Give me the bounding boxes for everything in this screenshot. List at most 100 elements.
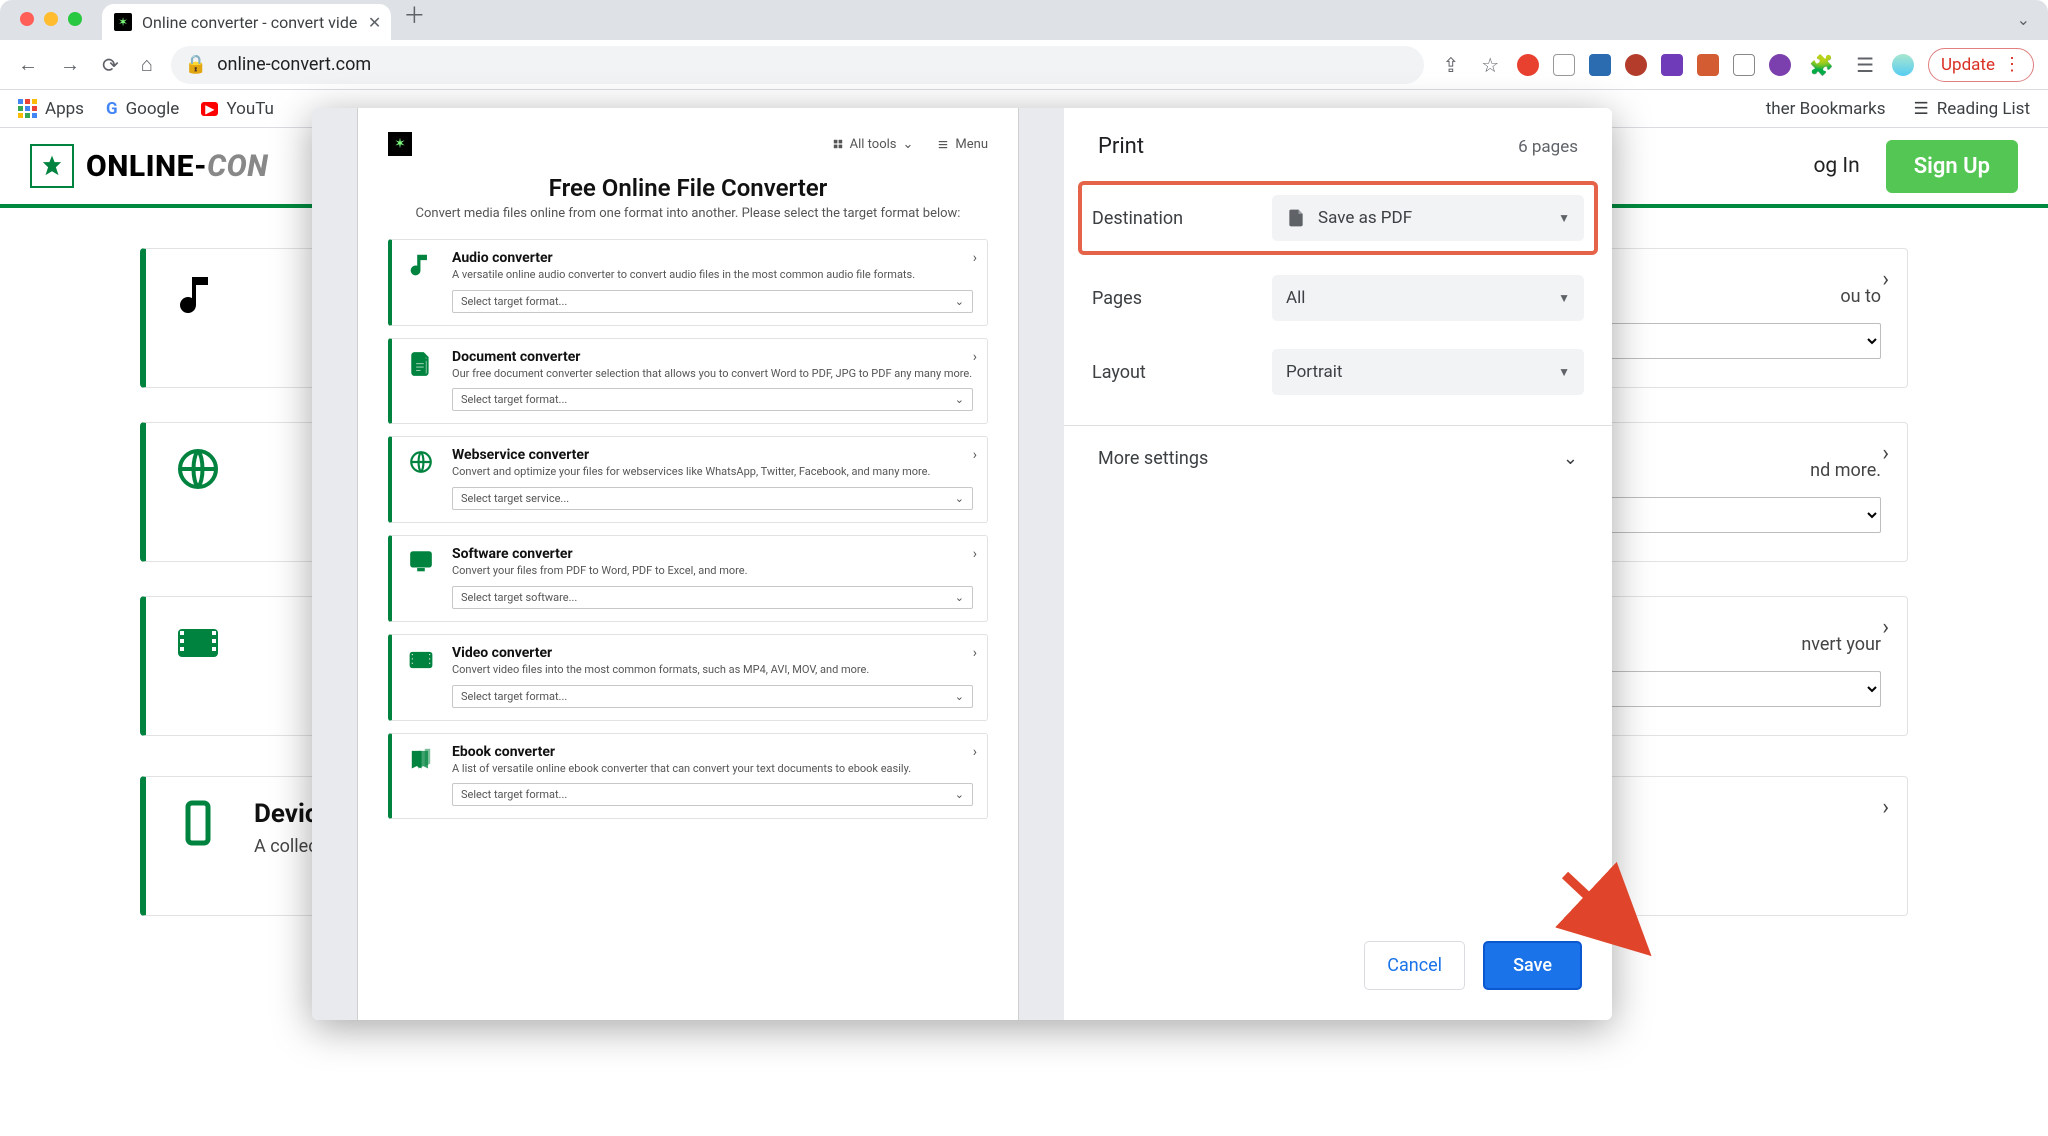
bookmark-apps-label: Apps bbox=[45, 99, 84, 119]
lock-icon: 🔒 bbox=[185, 54, 207, 75]
tab-favicon-icon: ✶ bbox=[114, 13, 132, 31]
print-preview-pane[interactable]: ✶ All tools ⌄ Menu Free Online File Conv… bbox=[312, 108, 1064, 1020]
window-controls[interactable] bbox=[20, 12, 82, 26]
new-tab-button[interactable]: ＋ bbox=[403, 0, 425, 30]
extension-6-icon[interactable] bbox=[1697, 54, 1719, 76]
bookmark-star-icon[interactable]: ☆ bbox=[1477, 49, 1503, 81]
extension-abp-icon[interactable] bbox=[1517, 54, 1539, 76]
address-bar[interactable]: 🔒 online-convert.com bbox=[171, 46, 1425, 84]
preview-card: ›Document converterOur free document con… bbox=[388, 338, 988, 425]
doc-icon bbox=[404, 351, 438, 377]
more-settings-label: More settings bbox=[1098, 448, 1208, 469]
bookmark-youtube[interactable]: ▶YouTu bbox=[201, 99, 274, 119]
sheet-count: 6 pages bbox=[1518, 137, 1578, 157]
pages-select[interactable]: All ▼ bbox=[1272, 275, 1584, 321]
chevron-right-icon: › bbox=[1882, 795, 1889, 820]
other-bookmarks-label: ther Bookmarks bbox=[1766, 99, 1886, 119]
preview-card-title: Ebook converter bbox=[452, 744, 973, 760]
preview-card-select: Select target format...⌄ bbox=[452, 783, 973, 806]
tab-overflow-icon[interactable]: ⌄ bbox=[2017, 10, 2030, 29]
preview-subtitle: Convert media files online from one form… bbox=[388, 206, 988, 223]
chevron-down-icon: ⌄ bbox=[955, 492, 964, 505]
audio-icon bbox=[404, 252, 438, 278]
login-link[interactable]: og In bbox=[1813, 154, 1859, 178]
extension-notion-icon[interactable] bbox=[1553, 54, 1575, 76]
update-button[interactable]: Update ⋮ bbox=[1928, 48, 2034, 82]
brand-text: ONLINE-CON bbox=[86, 149, 268, 184]
extension-5-icon[interactable] bbox=[1661, 54, 1683, 76]
chevron-right-icon: › bbox=[973, 349, 977, 365]
reading-list-icon: ☰ bbox=[1914, 99, 1929, 119]
reading-list-label: Reading List bbox=[1937, 99, 2030, 119]
nav-back-button[interactable]: ← bbox=[14, 48, 42, 81]
print-settings-pane: Print 6 pages Destination Save as PDF ▼ … bbox=[1064, 108, 1612, 1020]
cancel-button[interactable]: Cancel bbox=[1364, 941, 1465, 990]
video-icon bbox=[404, 647, 438, 673]
nav-forward-button[interactable]: → bbox=[56, 48, 84, 81]
extensions-puzzle-icon[interactable]: 🧩 bbox=[1805, 49, 1838, 81]
device-icon bbox=[168, 799, 228, 847]
kebab-icon[interactable]: ⋮ bbox=[2003, 54, 2021, 75]
apps-grid-icon bbox=[18, 99, 37, 118]
tab-title: Online converter - convert vide bbox=[142, 13, 357, 32]
chevron-down-icon: ▼ bbox=[1558, 365, 1570, 379]
chevron-right-icon: › bbox=[1882, 267, 1889, 292]
ebook-icon bbox=[404, 746, 438, 772]
preview-menu: Menu bbox=[937, 137, 988, 152]
bookmark-apps[interactable]: Apps bbox=[18, 99, 84, 119]
layout-select[interactable]: Portrait ▼ bbox=[1272, 349, 1584, 395]
preview-card: ›Webservice converterConvert and optimiz… bbox=[388, 436, 988, 523]
save-button[interactable]: Save bbox=[1483, 941, 1582, 990]
browser-tab[interactable]: ✶ Online converter - convert vide ✕ bbox=[102, 4, 391, 40]
extension-3-icon[interactable] bbox=[1589, 54, 1611, 76]
reading-list[interactable]: ☰ Reading List bbox=[1914, 99, 2030, 119]
chevron-down-icon: ⌄ bbox=[955, 295, 964, 308]
chevron-right-icon: › bbox=[973, 744, 977, 760]
preview-card-select: Select target format...⌄ bbox=[452, 388, 973, 411]
nav-home-button[interactable]: ⌂ bbox=[137, 48, 157, 81]
extension-7-icon[interactable] bbox=[1733, 54, 1755, 76]
destination-select[interactable]: Save as PDF ▼ bbox=[1272, 195, 1584, 241]
audio-icon bbox=[168, 271, 228, 319]
site-logo-icon bbox=[30, 144, 74, 188]
update-label: Update bbox=[1941, 55, 1995, 75]
chevron-right-icon: › bbox=[1882, 615, 1889, 640]
url-text: online-convert.com bbox=[217, 54, 371, 75]
preview-card-desc: A versatile online audio converter to co… bbox=[452, 268, 973, 282]
layout-value: Portrait bbox=[1286, 362, 1342, 382]
account-avatar-icon[interactable] bbox=[1892, 54, 1914, 76]
preview-card-title: Software converter bbox=[452, 546, 973, 562]
window-fullscreen-icon[interactable] bbox=[68, 12, 82, 26]
chevron-down-icon: ⌄ bbox=[955, 393, 964, 406]
preview-title: Free Online File Converter bbox=[388, 174, 988, 202]
chevron-down-icon: ⌄ bbox=[955, 788, 964, 801]
preview-card-select: Select target format...⌄ bbox=[452, 290, 973, 313]
globe-icon bbox=[168, 445, 228, 493]
preview-card-desc: Convert your files from PDF to Word, PDF… bbox=[452, 564, 973, 578]
preview-logo-icon: ✶ bbox=[388, 132, 412, 156]
bookmark-google-label: Google bbox=[126, 99, 180, 119]
window-close-icon[interactable] bbox=[20, 12, 34, 26]
chevron-down-icon: ⌄ bbox=[955, 690, 964, 703]
signup-button[interactable]: Sign Up bbox=[1886, 140, 2018, 193]
destination-highlight: Destination Save as PDF ▼ bbox=[1078, 181, 1598, 255]
tab-close-icon[interactable]: ✕ bbox=[368, 13, 381, 32]
bookmark-youtube-label: YouTu bbox=[226, 99, 273, 119]
nav-reload-button[interactable]: ⟳ bbox=[98, 49, 123, 81]
preview-card-desc: Convert and optimize your files for webs… bbox=[452, 465, 973, 479]
extension-4-icon[interactable] bbox=[1625, 54, 1647, 76]
tab-strip: ✶ Online converter - convert vide ✕ ＋ ⌄ bbox=[0, 0, 2048, 40]
other-bookmarks[interactable]: ther Bookmarks bbox=[1766, 99, 1886, 119]
pages-value: All bbox=[1286, 288, 1305, 308]
bookmark-google[interactable]: GGoogle bbox=[106, 99, 179, 119]
window-minimize-icon[interactable] bbox=[44, 12, 58, 26]
print-dialog: ✶ All tools ⌄ Menu Free Online File Conv… bbox=[312, 108, 1612, 1020]
share-icon[interactable]: ⇪ bbox=[1438, 49, 1463, 81]
profile-avatar-icon[interactable] bbox=[1769, 54, 1791, 76]
sidepanel-icon[interactable]: ☰ bbox=[1852, 49, 1878, 81]
print-header: Print bbox=[1098, 134, 1144, 159]
more-settings-toggle[interactable]: More settings ⌄ bbox=[1064, 426, 1612, 491]
site-brand[interactable]: ONLINE-CON bbox=[30, 144, 268, 188]
chevron-down-icon: ⌄ bbox=[1563, 448, 1578, 469]
preview-card-title: Video converter bbox=[452, 645, 973, 661]
